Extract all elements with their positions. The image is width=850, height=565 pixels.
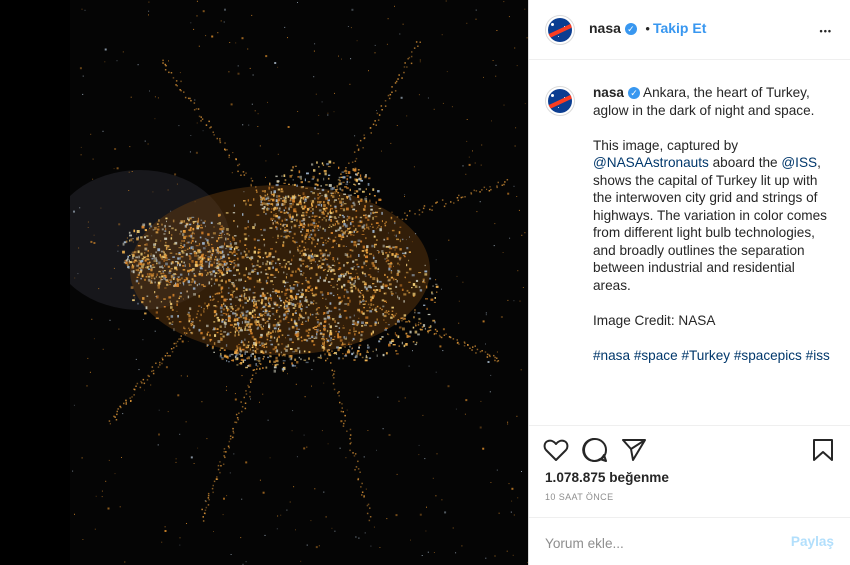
- follow-button[interactable]: Takip Et: [653, 20, 706, 36]
- caption-lead-text: Ankara, the heart of Turkey, aglow in th…: [593, 85, 815, 118]
- hashtag[interactable]: #spacepics: [734, 348, 802, 363]
- caption-body-part: This image, captured by: [593, 137, 739, 153]
- caption-username[interactable]: nasa: [593, 85, 624, 100]
- caption-body: This image, captured by @NASAAstronauts …: [593, 137, 833, 295]
- bookmark-icon[interactable]: [812, 438, 834, 467]
- send-icon[interactable]: [621, 438, 647, 467]
- header-username[interactable]: nasa: [589, 20, 621, 36]
- caption-text: nasa ✓ Ankara, the heart of Turkey, aglow…: [593, 84, 833, 382]
- hashtag[interactable]: #Turkey: [681, 348, 730, 363]
- action-bar: 1.078.875 beğenme 10 SAAT ÖNCE: [529, 426, 850, 518]
- caption-avatar[interactable]: [545, 86, 575, 116]
- left-margin: [0, 0, 70, 565]
- verified-icon: ✓: [624, 22, 637, 35]
- comment-box: Paylaş: [529, 518, 850, 565]
- caption-body-part: aboard the: [708, 155, 782, 170]
- night-city-photo: [70, 0, 528, 565]
- share-comment-button[interactable]: Paylaş: [791, 534, 834, 549]
- caption-hashtags: #nasa #space #Turkey #spacepics #iss: [593, 347, 833, 365]
- follow-separator: •: [645, 21, 650, 36]
- heart-icon[interactable]: [543, 438, 569, 467]
- caption-lead: nasa ✓ Ankara, the heart of Turkey, aglow…: [593, 84, 833, 119]
- instagram-post: nasa ✓ • Takip Et ••• nasa ✓ Ankara, the he…: [0, 0, 850, 565]
- mention-nasaastronauts[interactable]: @NASAAstronauts: [593, 155, 709, 170]
- post-photo[interactable]: [70, 0, 528, 565]
- post-header: nasa ✓ • Takip Et •••: [529, 0, 850, 60]
- like-count[interactable]: 1.078.875 beğenme: [545, 470, 669, 485]
- mention-iss[interactable]: @ISS: [781, 155, 817, 170]
- comment-input[interactable]: [543, 532, 777, 554]
- header-user-line: nasa ✓ • Takip Et: [589, 20, 706, 38]
- hashtag[interactable]: #iss: [806, 348, 830, 363]
- nasa-logo-icon: [548, 89, 572, 113]
- avatar[interactable]: [545, 15, 575, 45]
- post-timestamp[interactable]: 10 SAAT ÖNCE: [545, 492, 614, 502]
- nasa-logo-icon: [548, 18, 572, 42]
- hashtag[interactable]: #nasa: [593, 348, 630, 363]
- hashtag[interactable]: #space: [634, 348, 678, 363]
- caption-area: nasa ✓ Ankara, the heart of Turkey, aglow…: [529, 60, 850, 426]
- post-sidebar: nasa ✓ • Takip Et ••• nasa ✓ Ankara, the he…: [528, 0, 850, 565]
- caption-credit: Image Credit: NASA: [593, 312, 716, 328]
- more-options-icon[interactable]: •••: [820, 26, 832, 36]
- caption-body-part: , shows the capital of Turkey lit up wit…: [593, 155, 827, 293]
- verified-icon: ✓: [627, 87, 640, 100]
- comment-icon[interactable]: [582, 437, 608, 468]
